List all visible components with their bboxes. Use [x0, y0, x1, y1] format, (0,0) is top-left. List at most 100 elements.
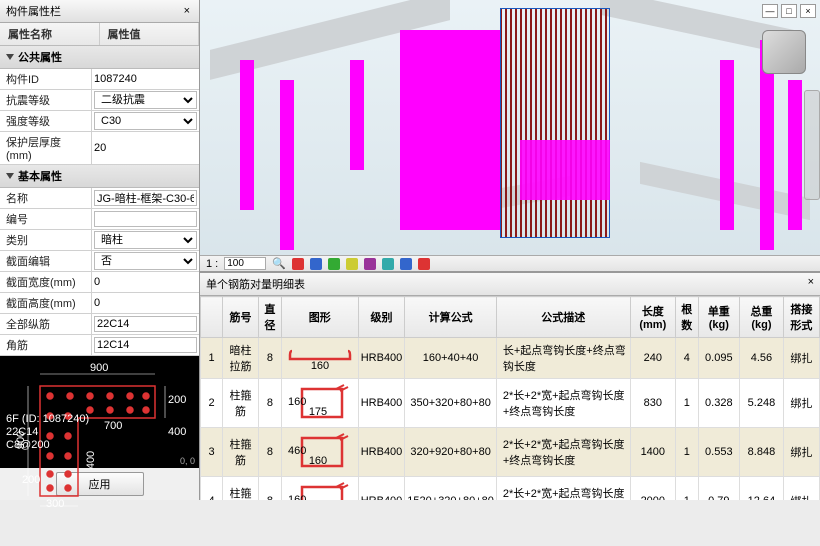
scale-input[interactable]	[224, 257, 266, 270]
prop-row: 角筋	[0, 335, 199, 356]
prop-row: 构件ID1087240	[0, 69, 199, 90]
prop-value: 否	[92, 251, 199, 271]
prop-key: 截面编辑	[0, 251, 92, 271]
chevron-down-icon	[6, 173, 14, 179]
dim-inner: 700	[104, 420, 122, 432]
prop-input[interactable]	[94, 337, 197, 353]
prop-value: 1087240	[92, 69, 199, 89]
prop-value	[92, 335, 199, 355]
tool-icon[interactable]	[364, 258, 376, 270]
tool-icon[interactable]	[400, 258, 412, 270]
close-icon[interactable]: ×	[181, 5, 193, 17]
prop-input[interactable]	[94, 316, 197, 332]
table-row[interactable]: 1暗柱拉筋8160HRB400160+40+40长+起点弯钩长度+终点弯钩长度2…	[201, 338, 820, 379]
prop-row: 截面编辑否	[0, 251, 199, 272]
dim-sm: 200	[22, 474, 40, 486]
prop-row: 强度等级C30	[0, 111, 199, 132]
viewport-3d[interactable]: — □ × 1 : 🔍	[200, 0, 820, 272]
svg-text:160: 160	[311, 360, 329, 371]
viewcube[interactable]	[762, 30, 806, 74]
col-header[interactable]: 长度(mm)	[630, 297, 675, 338]
col-header[interactable]: 总重(kg)	[740, 297, 784, 338]
prop-value: 20	[92, 132, 199, 164]
detail-title-text: 单个钢筋对量明细表	[206, 276, 305, 292]
table-row[interactable]: 4柱箍筋8160760HRB4001520+320+80+802*长+2*宽+起…	[201, 477, 820, 501]
group-public[interactable]: 公共属性	[0, 46, 199, 69]
col-header[interactable]: 根数	[675, 297, 698, 338]
prop-key: 全部纵筋	[0, 314, 92, 334]
group-basic-label: 基本属性	[18, 168, 62, 184]
prop-select[interactable]: C30	[94, 112, 197, 130]
section-preview[interactable]: 900 200 400 700 900 300 400 200 6F (ID: …	[0, 356, 199, 468]
dim-top: 900	[90, 362, 108, 374]
close-icon[interactable]: ×	[800, 4, 816, 18]
tool-icon[interactable]	[382, 258, 394, 270]
prop-value: C30	[92, 111, 199, 131]
tool-icon[interactable]	[328, 258, 340, 270]
dim-r2: 400	[168, 426, 186, 438]
col-value: 属性值	[100, 23, 200, 45]
prop-select[interactable]: 暗柱	[94, 231, 197, 249]
col-header[interactable]: 直径	[259, 297, 282, 338]
prop-key: 抗震等级	[0, 90, 92, 110]
tool-icon[interactable]	[310, 258, 322, 270]
maximize-icon[interactable]: □	[781, 4, 797, 18]
dim-r1: 200	[168, 394, 186, 406]
minimize-icon[interactable]: —	[762, 4, 778, 18]
prop-text: 1087240	[94, 73, 137, 85]
prop-value: 0	[92, 293, 199, 313]
detail-title-bar: 单个钢筋对量明细表 ×	[200, 273, 820, 296]
prop-row: 类别暗柱	[0, 230, 199, 251]
prop-select[interactable]: 二级抗震	[94, 91, 197, 109]
scale-label: 1 :	[206, 258, 218, 270]
tool-icon[interactable]	[292, 258, 304, 270]
col-header[interactable]: 搭接形式	[783, 297, 819, 338]
prop-key: 强度等级	[0, 111, 92, 131]
col-header[interactable]: 筋号	[223, 297, 259, 338]
prop-value	[92, 314, 199, 334]
svg-text:160: 160	[288, 494, 306, 500]
table-row[interactable]: 2柱箍筋8160175HRB400350+320+80+802*长+2*宽+起点…	[201, 379, 820, 428]
cursor-coord: 0, 0	[180, 456, 195, 466]
prop-input[interactable]	[94, 190, 197, 206]
tool-icon[interactable]	[418, 258, 430, 270]
prop-value	[92, 188, 199, 208]
col-header[interactable]: 级别	[358, 297, 405, 338]
prop-key: 截面宽度(mm)	[0, 272, 92, 292]
properties-panel: 构件属性栏 × 属性名称 属性值 公共属性 构件ID1087240抗震等级二级抗…	[0, 0, 200, 500]
prop-key: 类别	[0, 230, 92, 250]
prop-header: 属性名称 属性值	[0, 23, 199, 46]
close-icon[interactable]: ×	[808, 276, 814, 292]
tool-icon[interactable]	[346, 258, 358, 270]
prop-key: 保护层厚度(mm)	[0, 132, 92, 164]
panel-title-bar: 构件属性栏 ×	[0, 0, 199, 23]
col-header[interactable]: 公式描述	[496, 297, 630, 338]
prop-input[interactable]	[94, 211, 197, 227]
col-header[interactable]: 图形	[281, 297, 358, 338]
col-header[interactable]: 计算公式	[405, 297, 497, 338]
svg-text:175: 175	[309, 406, 327, 418]
prop-row: 保护层厚度(mm)20	[0, 132, 199, 165]
prop-row: 抗震等级二级抗震	[0, 90, 199, 111]
table-row[interactable]: 3柱箍筋8460160HRB400320+920+80+802*长+2*宽+起点…	[201, 428, 820, 477]
panel-title-text: 构件属性栏	[6, 3, 61, 19]
col-header[interactable]: 单重(kg)	[698, 297, 739, 338]
prop-value: 0	[92, 272, 199, 292]
group-basic[interactable]: 基本属性	[0, 165, 199, 188]
prop-key: 截面高度(mm)	[0, 293, 92, 313]
prop-select[interactable]: 否	[94, 252, 197, 270]
svg-text:160: 160	[288, 396, 306, 408]
prop-key: 名称	[0, 188, 92, 208]
chevron-down-icon	[6, 54, 14, 60]
prop-row: 名称	[0, 188, 199, 209]
col-name: 属性名称	[0, 23, 100, 45]
prop-key: 角筋	[0, 335, 92, 355]
section-info: 6F (ID: 1087240) 22C14 C8@200	[6, 413, 89, 452]
prop-value	[92, 209, 199, 229]
prop-value: 暗柱	[92, 230, 199, 250]
prop-row: 截面宽度(mm)0	[0, 272, 199, 293]
view-side-toolbar[interactable]	[804, 90, 820, 200]
rebar-table: 筋号直径图形级别计算公式公式描述长度(mm)根数单重(kg)总重(kg)搭接形式…	[200, 296, 820, 500]
prop-key: 构件ID	[0, 69, 92, 89]
prop-row: 全部纵筋	[0, 314, 199, 335]
